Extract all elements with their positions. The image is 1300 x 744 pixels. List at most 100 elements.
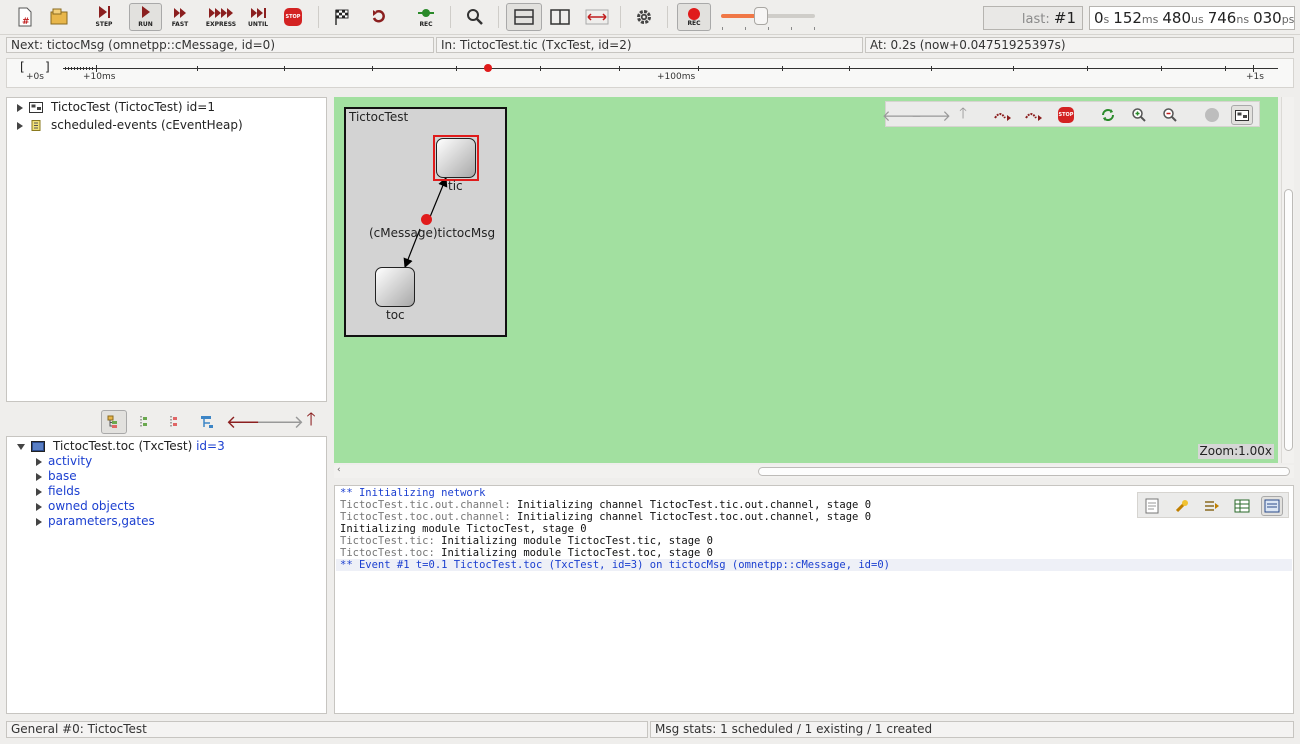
event-record-button[interactable]: REC [412, 3, 440, 31]
log-text: Initializing channel TictocTest.tic.out.… [510, 499, 872, 511]
animation-speed-slider-knob[interactable] [754, 7, 768, 25]
children-mode-button[interactable] [162, 410, 188, 434]
scroll-left-icon[interactable]: ‹ [337, 465, 341, 475]
gear-icon[interactable] [630, 3, 658, 31]
simulation-time-display: 0s 152ms 480us 746ns 030ps [1089, 6, 1295, 30]
canvas-stop-icon[interactable]: STOP [1055, 105, 1077, 125]
tree-mode-button[interactable] [101, 410, 127, 434]
express-label: EXPRESS [205, 20, 237, 28]
log-line: ** Initializing network [340, 487, 485, 499]
timeline-tick [372, 66, 373, 71]
zoom-level-label: Zoom:1.00x [1197, 444, 1274, 459]
find-objects-icon[interactable] [461, 3, 489, 31]
timeline-tick [197, 66, 198, 71]
canvas-stop-text: STOP [1058, 107, 1074, 123]
timeline-tick [89, 67, 90, 70]
time-seconds-unit: s [1103, 13, 1110, 26]
zoom-in-icon[interactable] [1128, 105, 1150, 125]
timeline-tick [83, 67, 84, 70]
time-picoseconds: 030 [1253, 9, 1282, 27]
time-picoseconds-unit: ps [1281, 13, 1295, 26]
expand-arrow-icon[interactable] [36, 472, 42, 481]
expand-arrow-icon[interactable] [36, 457, 42, 466]
filter-log-icon[interactable] [1201, 496, 1223, 516]
expand-arrow-icon[interactable] [36, 517, 42, 526]
animation-toggle-icon[interactable] [1201, 105, 1223, 125]
message-dot[interactable] [421, 214, 432, 225]
finish-flag-icon[interactable] [328, 3, 356, 31]
toolbar-separator [667, 6, 668, 28]
step-button[interactable]: STEP [90, 3, 118, 31]
stop-button[interactable]: STOP [279, 3, 307, 31]
timeline-toggle-button[interactable] [580, 3, 614, 31]
time-nanoseconds-unit: ns [1236, 13, 1250, 26]
tic-node-icon[interactable] [436, 138, 476, 178]
forward-arrow-icon[interactable]: 🡒 [256, 410, 304, 434]
slider-tick [814, 27, 815, 30]
vertical-layout-button[interactable] [546, 3, 574, 31]
relayout-icon[interactable] [1097, 105, 1119, 125]
flat-mode-button[interactable] [132, 410, 158, 434]
load-network-icon[interactable] [46, 3, 74, 31]
time-milliseconds-unit: ms [1141, 13, 1159, 26]
inspector-item-owned-objects[interactable]: owned objects [36, 499, 135, 514]
next-module-info: In: TictocTest.tic (TxcTest, id=2) [436, 37, 863, 53]
zoom-out-icon[interactable] [1159, 105, 1181, 125]
record-video-button[interactable]: REC [677, 3, 711, 31]
canvas-horizontal-scrollbar[interactable]: ‹ [334, 465, 1294, 478]
slider-tick [745, 27, 746, 30]
log-prefix: TictocTest.tic: [340, 535, 435, 547]
inheritance-mode-button[interactable] [194, 410, 220, 434]
expand-arrow-icon[interactable] [36, 502, 42, 511]
horizontal-layout-button[interactable] [506, 3, 542, 31]
fast-button[interactable]: FAST [166, 3, 194, 31]
toc-node-icon[interactable] [375, 267, 415, 307]
module-view-toggle-icon[interactable] [1231, 105, 1253, 125]
canvas-up-icon[interactable]: 🡑 [952, 104, 974, 125]
event-heap-icon [31, 120, 41, 131]
messages-view-icon[interactable] [1231, 496, 1253, 516]
canvas-vertical-scrollbar[interactable] [1281, 97, 1294, 463]
record-dot-icon [688, 7, 700, 20]
toolbar-separator [498, 6, 499, 28]
inspector-item-activity[interactable]: activity [36, 454, 92, 469]
timeline-tick [284, 66, 285, 71]
inspector-item-base[interactable]: base [36, 469, 77, 484]
inspector-root[interactable]: TictocTest.toc (TxcTest) id=3 [17, 439, 225, 454]
timeline-label: +10ms [83, 72, 116, 82]
express-button[interactable]: EXPRESS [204, 3, 238, 31]
log-line: ** Event #1 t=0.1 TictocTest.toc (TxcTes… [340, 559, 890, 571]
inspector-item-fields[interactable]: fields [36, 484, 80, 499]
up-arrow-icon[interactable]: 🡑 [298, 409, 324, 434]
canvas-forward-icon[interactable]: 🡒 [911, 105, 951, 125]
step-into-module-icon[interactable] [992, 105, 1014, 125]
inspector-item-parameters-gates[interactable]: parameters,gates [36, 514, 155, 529]
next-time-info: At: 0.2s (now+0.04751925397s) [865, 37, 1294, 53]
canvas-back-icon[interactable]: 🡐 [882, 105, 922, 125]
until-label: UNTIL [247, 20, 269, 28]
tree-item-network[interactable]: TictocTest (TictocTest) id=1 [17, 100, 215, 115]
run-until-button[interactable]: UNTIL [242, 3, 274, 31]
horizontal-scroll-thumb[interactable] [758, 467, 1290, 476]
timeline[interactable]: [ ] +0s +10ms +100ms +1s [6, 58, 1294, 88]
tree-item-scheduled-events[interactable]: scheduled-events (cEventHeap) [17, 118, 243, 133]
timeline-tick [86, 67, 87, 70]
timeline-message-marker[interactable] [484, 64, 492, 72]
expand-arrow-icon[interactable] [36, 487, 42, 496]
log-view-icon[interactable] [1261, 496, 1283, 516]
copy-log-icon[interactable] [1141, 496, 1163, 516]
log-panel[interactable]: ** Initializing network TictocTest.tic.o… [334, 485, 1294, 714]
step-over-module-icon[interactable] [1023, 105, 1045, 125]
expand-arrow-icon[interactable] [17, 103, 23, 112]
animation-speed-slider[interactable] [721, 14, 815, 18]
network-canvas[interactable]: TictocTest tic toc (cMessage)tictocMsg 🡐… [334, 97, 1278, 463]
vertical-scroll-thumb[interactable] [1284, 189, 1293, 451]
find-in-log-icon[interactable] [1171, 496, 1193, 516]
timeline-tick [74, 67, 75, 70]
log-prefix: TictocTest.toc: [340, 547, 435, 559]
new-run-icon[interactable]: # [11, 3, 39, 31]
run-button[interactable]: RUN [129, 3, 162, 31]
rebuild-network-icon[interactable] [365, 3, 393, 31]
collapse-arrow-icon[interactable] [17, 443, 25, 450]
expand-arrow-icon[interactable] [17, 121, 23, 130]
